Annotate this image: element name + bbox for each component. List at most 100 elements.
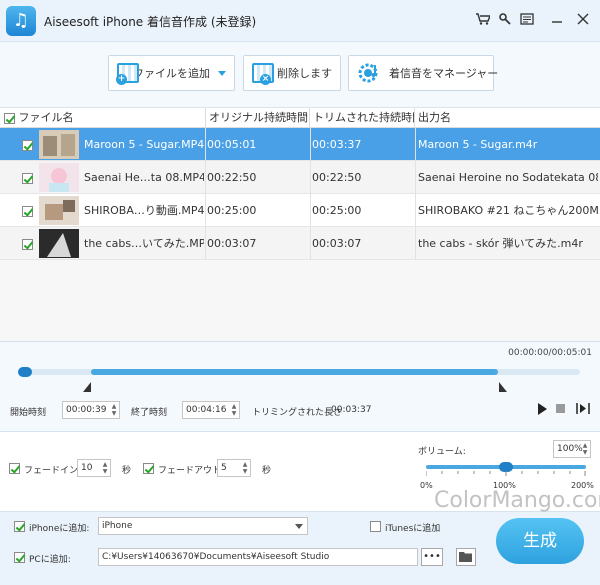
watermark: ColorMango.com: [434, 488, 600, 513]
iphone-device-value: iPhone: [102, 521, 133, 531]
column-output-name[interactable]: 出力名: [415, 108, 600, 128]
time-readout: 00:00:00/00:05:01: [508, 348, 592, 358]
video-thumbnail: [39, 229, 79, 258]
volume-value: 100%: [557, 444, 583, 454]
cart-icon[interactable]: [474, 12, 492, 30]
trim-track[interactable]: [18, 367, 580, 377]
table-row[interactable]: SHIROBA…り動画.MP4 00:25:00 00:25:00 SHIROB…: [0, 194, 600, 227]
original-duration: 00:22:50: [207, 171, 257, 184]
table-row[interactable]: Saenai He…ta 08.MP4 00:22:50 00:22:50 Sa…: [0, 161, 600, 194]
delete-button[interactable]: × 削除します: [243, 55, 341, 91]
volume-slider[interactable]: [426, 462, 586, 472]
fade-out-label: フェードアウト: [158, 466, 222, 476]
output-name[interactable]: SHIROBAKO #21 ねこちゃん200M…: [418, 194, 598, 227]
pc-path-input[interactable]: C:¥Users¥14063670¥Documents¥Aiseesoft St…: [98, 548, 418, 566]
minimize-icon[interactable]: [548, 12, 566, 30]
column-file-name[interactable]: ファイル名: [0, 108, 206, 128]
add-to-itunes-checkbox[interactable]: [370, 521, 381, 532]
chevron-down-icon[interactable]: [218, 70, 226, 76]
stepper-icon[interactable]: ▲ ▼: [230, 403, 238, 417]
fade-in-label: フェードイン: [24, 466, 79, 476]
iphone-device-select[interactable]: iPhone: [98, 517, 308, 535]
start-time-value: 00:00:39: [66, 405, 107, 415]
chevron-down-icon[interactable]: [295, 524, 303, 529]
video-thumbnail: [39, 196, 79, 225]
original-duration: 00:03:07: [207, 237, 257, 250]
start-time-label: 開始時刻: [10, 408, 47, 418]
start-time-input[interactable]: 00:00:39 ▲ ▼: [62, 401, 120, 419]
output-name[interactable]: Maroon 5 - Sugar.m4r: [418, 128, 598, 161]
add-to-iphone-checkbox[interactable]: [14, 521, 25, 532]
add-to-pc-checkbox[interactable]: [14, 552, 25, 563]
volume-label: ボリューム:: [418, 447, 466, 457]
original-duration: 00:25:00: [207, 204, 257, 217]
fade-out-checkbox[interactable]: [143, 463, 154, 474]
trimmed-length-value: 00:03:37: [331, 405, 372, 415]
play-icon[interactable]: [537, 403, 547, 415]
fade-in-input[interactable]: 10 ▲ ▼: [77, 459, 111, 477]
video-thumbnail: [39, 130, 79, 159]
stepper-icon[interactable]: ▲ ▼: [581, 442, 589, 456]
trimmed-duration: 00:03:07: [312, 237, 362, 250]
output-name[interactable]: Saenai Heroine no Sodatekata 08…: [418, 161, 598, 194]
add-to-itunes-label: iTunesに追加: [385, 524, 441, 534]
delete-label: 削除します: [277, 67, 332, 80]
fade-in-unit: 秒: [122, 466, 132, 476]
folder-icon: [459, 552, 472, 562]
file-table-header: ファイル名 オリジナル持続時間 トリムされた持続時間 出力名: [0, 108, 600, 128]
fade-out-input[interactable]: 5 ▲ ▼: [217, 459, 251, 477]
volume-ticks: [426, 471, 586, 476]
file-table: Maroon 5 - Sugar.MP4 00:05:01 00:03:37 M…: [0, 128, 600, 342]
row-checkbox[interactable]: [22, 205, 33, 217]
add-file-label: ファイルを追加: [133, 67, 210, 80]
wrench-key-icon[interactable]: [496, 12, 514, 30]
end-time-label: 終了時刻: [131, 408, 168, 418]
close-icon[interactable]: [574, 12, 592, 30]
stepper-icon[interactable]: ▲ ▼: [101, 461, 109, 475]
trim-timeline: 00:00:00/00:05:01 開始時刻 00:00:39 ▲ ▼ 終了時刻 …: [0, 342, 600, 432]
delete-video-icon: ×: [252, 61, 274, 85]
add-to-iphone-label: iPhoneに追加:: [29, 524, 90, 534]
select-all-checkbox[interactable]: [4, 112, 15, 124]
trim-start-handle[interactable]: [83, 382, 92, 392]
row-checkbox[interactable]: [22, 139, 33, 151]
file-name: Saenai He…ta 08.MP4: [84, 171, 204, 184]
trimmed-duration: 00:25:00: [312, 204, 362, 217]
output-name[interactable]: the cabs - skór 弾いてみた.m4r: [418, 227, 598, 260]
column-trimmed-duration[interactable]: トリムされた持続時間: [310, 108, 415, 128]
gear-music-icon: [357, 61, 383, 85]
table-row[interactable]: Maroon 5 - Sugar.MP4 00:05:01 00:03:37 M…: [0, 128, 600, 161]
playhead-handle[interactable]: [18, 367, 32, 377]
add-video-icon: +: [116, 61, 139, 85]
music-note-app-icon: ♫: [6, 6, 36, 36]
trim-end-handle[interactable]: [498, 382, 507, 392]
ringtone-manager-button[interactable]: 着信音をマネージャー: [348, 55, 498, 91]
file-name: the cabs…いてみた.MP4: [84, 237, 204, 250]
generate-button[interactable]: 生成: [496, 518, 584, 564]
row-checkbox[interactable]: [22, 238, 33, 250]
table-row[interactable]: the cabs…いてみた.MP4 00:03:07 00:03:07 the …: [0, 227, 600, 260]
play-clip-icon[interactable]: [576, 402, 590, 415]
stepper-icon[interactable]: ▲ ▼: [110, 403, 118, 417]
title-bar: ♫ Aiseesoft iPhone 着信音作成 (未登録): [0, 0, 600, 42]
fade-in-checkbox[interactable]: [9, 463, 20, 474]
original-duration: 00:05:01: [207, 138, 257, 151]
trimmed-duration: 00:22:50: [312, 171, 362, 184]
end-time-value: 00:04:16: [186, 405, 227, 415]
stepper-icon[interactable]: ▲ ▼: [241, 461, 249, 475]
feedback-icon[interactable]: [518, 12, 536, 30]
column-file-name-label: ファイル名: [18, 111, 74, 124]
toolbar: + ファイルを追加 × 削除します 着信音をマネージャー: [0, 42, 600, 108]
fade-out-value: 5: [221, 463, 227, 473]
volume-input[interactable]: 100% ▲ ▼: [553, 440, 591, 458]
browse-button[interactable]: •••: [421, 548, 443, 566]
column-original-duration[interactable]: オリジナル持続時間: [206, 108, 310, 128]
end-time-input[interactable]: 00:04:16 ▲ ▼: [182, 401, 240, 419]
row-checkbox[interactable]: [22, 172, 33, 184]
open-folder-button[interactable]: [456, 548, 476, 566]
trim-range: [91, 369, 499, 375]
stop-icon[interactable]: [556, 404, 566, 414]
add-file-button[interactable]: + ファイルを追加: [108, 55, 235, 91]
output-panel: iPhoneに追加: iPhone iTunesに追加 PCに追加: C:¥Us…: [0, 512, 600, 585]
file-name: SHIROBA…り動画.MP4: [84, 204, 204, 217]
